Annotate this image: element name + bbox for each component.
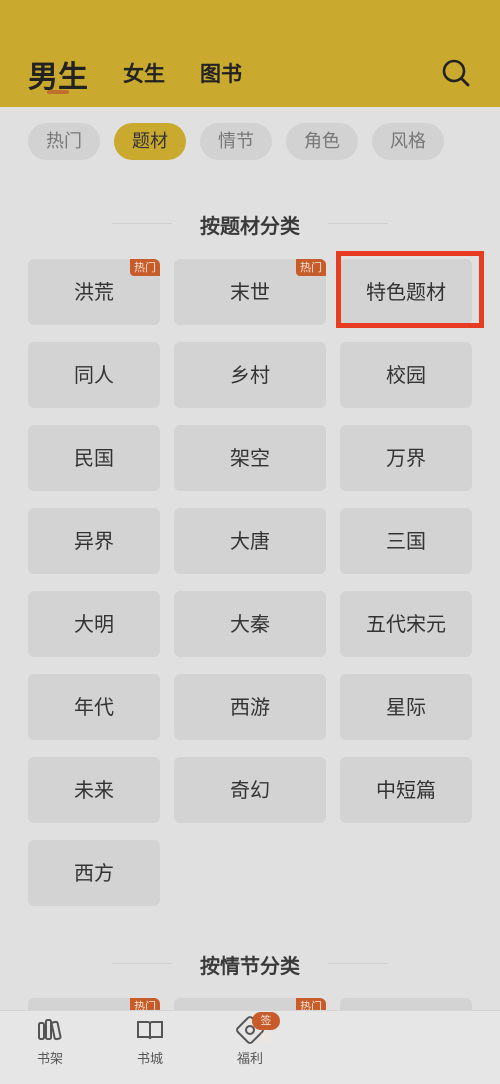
hot-badge: 热门 (130, 259, 160, 276)
category-tile[interactable]: 大唐 (174, 508, 326, 574)
category-label: 万界 (386, 446, 426, 470)
top-header: 男生 女生 图书 (0, 0, 500, 107)
category-tile[interactable]: 异界 (28, 508, 160, 574)
category-label: 架空 (230, 446, 270, 470)
category-tile[interactable]: 末世 热门 (174, 259, 326, 325)
category-label: 奇幻 (230, 778, 270, 802)
category-label: 星际 (386, 695, 426, 719)
tab-books[interactable]: 图书 (200, 58, 242, 88)
section-title-plot: 按情节分类 (200, 954, 300, 978)
signin-badge: 签到 (252, 1012, 280, 1045)
category-tile[interactable]: 未来 (28, 757, 160, 823)
category-tile[interactable]: 星际 (340, 674, 472, 740)
open-book-icon (137, 1021, 163, 1040)
category-tile[interactable]: 西方 (28, 840, 160, 906)
hot-badge: 热门 (296, 259, 326, 276)
bookshelf-icon (38, 1019, 62, 1041)
nav-welfare[interactable]: 签到 福利 (220, 1012, 280, 1067)
nav-bookstore[interactable]: 书城 (120, 1014, 180, 1067)
category-tile[interactable]: 奇幻 (174, 757, 326, 823)
category-tile[interactable]: 架空 (174, 425, 326, 491)
category-label: 同人 (74, 363, 114, 387)
highlight-box (336, 251, 484, 328)
category-label: 大秦 (230, 612, 270, 636)
nav-bookshelf[interactable]: 书架 (20, 1014, 80, 1067)
category-label: 大明 (74, 612, 114, 636)
category-label: 年代 (74, 695, 114, 719)
category-tile[interactable]: 洪荒 热门 (28, 259, 160, 325)
filter-theme[interactable]: 题材 (114, 123, 186, 160)
category-label: 末世 (230, 280, 270, 304)
category-tile[interactable]: 同人 (28, 342, 160, 408)
category-tile[interactable]: 三国 (340, 508, 472, 574)
filter-role[interactable]: 角色 (286, 123, 358, 160)
category-tile[interactable]: 大明 (28, 591, 160, 657)
category-label: 中短篇 (376, 778, 436, 802)
category-label: 洪荒 (74, 280, 114, 304)
category-label: 异界 (74, 529, 114, 553)
search-icon[interactable] (441, 58, 471, 88)
category-label: 大唐 (230, 529, 270, 553)
nav-label: 书城 (136, 1052, 163, 1067)
nav-label: 福利 (236, 1052, 263, 1067)
category-label: 校园 (386, 363, 426, 387)
category-tile[interactable]: 万界 (340, 425, 472, 491)
category-tile[interactable]: 五代宋元 (340, 591, 472, 657)
category-tile[interactable]: 校园 (340, 342, 472, 408)
filter-style[interactable]: 风格 (372, 123, 444, 160)
category-label: 三国 (386, 529, 426, 553)
category-tile[interactable]: 乡村 (174, 342, 326, 408)
category-label: 民国 (74, 446, 114, 470)
category-label: 五代宋元 (366, 612, 446, 636)
category-label: 西游 (230, 695, 270, 719)
category-label: 未来 (74, 778, 114, 802)
category-tile[interactable]: 民国 (28, 425, 160, 491)
category-tile[interactable]: 年代 (28, 674, 160, 740)
tab-female[interactable]: 女生 (123, 58, 165, 88)
filter-hot[interactable]: 热门 (28, 123, 100, 160)
category-label: 乡村 (230, 363, 270, 387)
active-tab-indicator (47, 90, 69, 94)
category-tile[interactable]: 西游 (174, 674, 326, 740)
category-tile[interactable]: 大秦 (174, 591, 326, 657)
category-label: 西方 (74, 861, 114, 885)
nav-label: 书架 (36, 1052, 63, 1067)
category-tile[interactable]: 中短篇 (340, 757, 472, 823)
filter-plot[interactable]: 情节 (200, 123, 272, 160)
section-title-theme: 按题材分类 (200, 214, 300, 238)
